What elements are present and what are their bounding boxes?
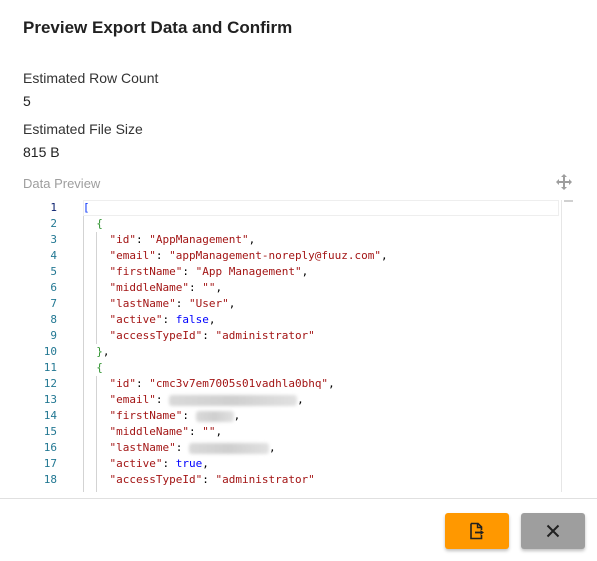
redacted-value (188, 442, 269, 454)
json-key: "active" (109, 313, 163, 326)
json-key: "email" (109, 393, 156, 406)
json-value: true (175, 457, 203, 470)
file-size-label: Estimated File Size (23, 121, 143, 137)
line-number-gutter: 1 2 3 4 5 6 7 8 9 10 11 12 13 14 15 16 1… (23, 200, 73, 492)
move-arrows-icon[interactable] (555, 173, 573, 191)
row-count-label: Estimated Row Count (23, 70, 159, 86)
code-line: "lastName": , (109, 441, 276, 454)
code-line: "id": "AppManagement", (109, 233, 256, 246)
close-icon (545, 523, 561, 539)
json-value: "administrator" (215, 329, 315, 342)
line-number: 2 (50, 217, 57, 230)
code-line: }, (96, 345, 110, 358)
json-value: false (175, 313, 209, 326)
line-number: 15 (43, 425, 57, 438)
code-line: [ (83, 201, 90, 214)
json-value: "" (202, 425, 216, 438)
json-key: "accessTypeId" (109, 329, 203, 342)
json-value: "App Management" (195, 265, 302, 278)
export-button[interactable] (445, 513, 509, 549)
redacted-value (169, 394, 298, 406)
code-line: "lastName": "User", (109, 297, 236, 310)
json-key: "middleName" (109, 425, 189, 438)
scrollbar-thumb[interactable] (564, 200, 573, 202)
data-preview-label: Data Preview (23, 176, 101, 191)
json-key: "accessTypeId" (109, 473, 203, 486)
line-number: 18 (43, 473, 57, 486)
json-key: "lastName" (109, 297, 176, 310)
code-line: "middleName": "", (109, 281, 223, 294)
code-line: "active": true, (109, 457, 209, 470)
json-key: "id" (109, 377, 137, 390)
code-line: "id": "cmc3v7em7005s01vadhla0bhq", (109, 377, 335, 390)
json-preview-editor[interactable]: 1 2 3 4 5 6 7 8 9 10 11 12 13 14 15 16 1… (23, 200, 575, 492)
code-line: { (96, 361, 103, 374)
footer-divider (0, 498, 597, 499)
line-number: 14 (43, 409, 57, 422)
line-number: 10 (43, 345, 57, 358)
dialog-title: Preview Export Data and Confirm (23, 18, 293, 37)
code-line: "accessTypeId": "administrator" (109, 473, 315, 486)
code-line: "accessTypeId": "administrator" (109, 329, 315, 342)
json-key: "id" (109, 233, 137, 246)
json-key: "middleName" (109, 281, 189, 294)
line-number: 9 (50, 329, 57, 342)
json-key: "firstName" (109, 265, 183, 278)
json-key: "firstName" (109, 409, 183, 422)
file-size-value: 815 B (23, 144, 60, 160)
code-line: "email": "appManagement-noreply@fuuz.com… (109, 249, 388, 262)
code-line: "email": , (109, 393, 304, 406)
row-count-value: 5 (23, 93, 31, 109)
line-number: 11 (43, 361, 57, 374)
redacted-value (195, 410, 234, 422)
json-value: "administrator" (215, 473, 315, 486)
json-value: "User" (188, 297, 229, 310)
line-number: 17 (43, 457, 57, 470)
code-line: "active": false, (109, 313, 216, 326)
editor-scrollbar[interactable] (561, 200, 575, 492)
code-line: "middleName": "", (109, 425, 223, 438)
line-number: 12 (43, 377, 57, 390)
line-number: 13 (43, 393, 57, 406)
json-value: "" (202, 281, 216, 294)
export-file-icon (468, 522, 486, 540)
json-value: "cmc3v7em7005s01vadhla0bhq" (149, 377, 329, 390)
line-number: 5 (50, 265, 57, 278)
json-key: "email" (109, 249, 156, 262)
json-value: "AppManagement" (149, 233, 249, 246)
code-area[interactable]: [ { "id": "AppManagement", "email": "app… (83, 200, 559, 492)
line-number: 7 (50, 297, 57, 310)
code-line: "firstName": , (109, 409, 241, 422)
code-line: "firstName": "App Management", (109, 265, 309, 278)
close-button[interactable] (521, 513, 585, 549)
json-key: "lastName" (109, 441, 176, 454)
code-line: { (96, 217, 103, 230)
line-number: 4 (50, 249, 57, 262)
json-key: "active" (109, 457, 163, 470)
line-number: 16 (43, 441, 57, 454)
json-value: "appManagement-noreply@fuuz.com" (169, 249, 382, 262)
line-number: 1 (50, 201, 57, 214)
line-number: 8 (50, 313, 57, 326)
line-number: 3 (50, 233, 57, 246)
line-number: 6 (50, 281, 57, 294)
